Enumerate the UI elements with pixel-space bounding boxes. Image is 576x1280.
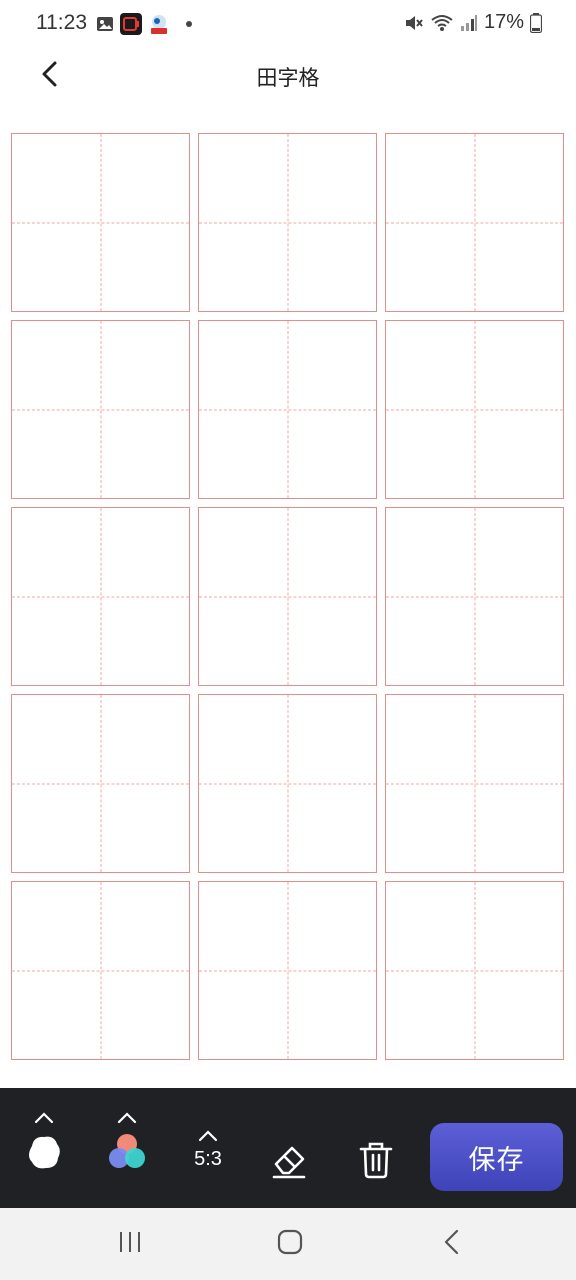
- grid-row: [11, 694, 565, 873]
- tianzige-cell[interactable]: [11, 133, 190, 312]
- tianzige-cell[interactable]: [198, 133, 377, 312]
- signal-icon: [460, 14, 478, 32]
- tianzige-cell[interactable]: [385, 133, 564, 312]
- status-bar: 11:23 17%: [0, 0, 576, 48]
- grid-row: [11, 881, 565, 1060]
- tianzige-cell[interactable]: [11, 507, 190, 686]
- delete-button[interactable]: [356, 1140, 396, 1184]
- battery-percent: 17%: [483, 11, 524, 33]
- home-icon: [277, 1229, 303, 1259]
- brush-tool[interactable]: [22, 1110, 66, 1176]
- home-button[interactable]: [270, 1226, 310, 1262]
- tianzige-cell[interactable]: [198, 694, 377, 873]
- status-left-icons: [96, 13, 192, 35]
- chevron-up-icon: [115, 1110, 139, 1126]
- tianzige-cell[interactable]: [198, 881, 377, 1060]
- eraser-icon: [270, 1140, 310, 1184]
- status-right-icons: 17%: [404, 11, 543, 34]
- tianzige-cell[interactable]: [11, 320, 190, 499]
- grid-row: [11, 507, 565, 686]
- mute-icon: [404, 13, 424, 33]
- tianzige-cell[interactable]: [11, 694, 190, 873]
- tianzige-cell[interactable]: [198, 507, 377, 686]
- tianzige-cell[interactable]: [385, 694, 564, 873]
- tianzige-cell[interactable]: [385, 881, 564, 1060]
- app-notification-icon: [148, 13, 170, 35]
- chevron-up-icon: [196, 1128, 220, 1144]
- recent-apps-button[interactable]: [110, 1226, 150, 1262]
- tianzige-cell[interactable]: [11, 881, 190, 1060]
- ratio-tool[interactable]: 5:3: [186, 1128, 230, 1171]
- color-palette-icon: [106, 1130, 148, 1176]
- gallery-icon: [96, 15, 114, 33]
- back-icon: [439, 1229, 465, 1259]
- drawing-toolbar: 5:3 保存: [0, 1088, 576, 1208]
- grid-row: [11, 320, 565, 499]
- tianzige-cell[interactable]: [385, 320, 564, 499]
- trash-icon: [356, 1140, 396, 1184]
- system-nav-bar: [0, 1208, 576, 1280]
- notification-dot: [186, 21, 192, 27]
- brush-shape-icon: [24, 1132, 64, 1176]
- save-button[interactable]: 保存: [430, 1123, 563, 1191]
- ratio-label: 5:3: [194, 1148, 222, 1170]
- color-tool[interactable]: [105, 1110, 149, 1176]
- eraser-button[interactable]: [270, 1140, 310, 1184]
- battery-icon: [529, 12, 543, 33]
- page-title: 田字格: [256, 66, 320, 90]
- status-time: 11:23: [36, 11, 87, 34]
- screen-recorder-icon: [120, 13, 142, 35]
- wifi-icon: [430, 13, 454, 33]
- tianzige-cell[interactable]: [198, 320, 377, 499]
- app-header: 田字格: [0, 48, 576, 104]
- tianzige-grid[interactable]: [11, 133, 565, 1068]
- tianzige-cell[interactable]: [385, 507, 564, 686]
- grid-row: [11, 133, 565, 312]
- chevron-up-icon: [32, 1110, 56, 1126]
- system-back-button[interactable]: [432, 1226, 472, 1262]
- recent-apps-icon: [117, 1229, 143, 1259]
